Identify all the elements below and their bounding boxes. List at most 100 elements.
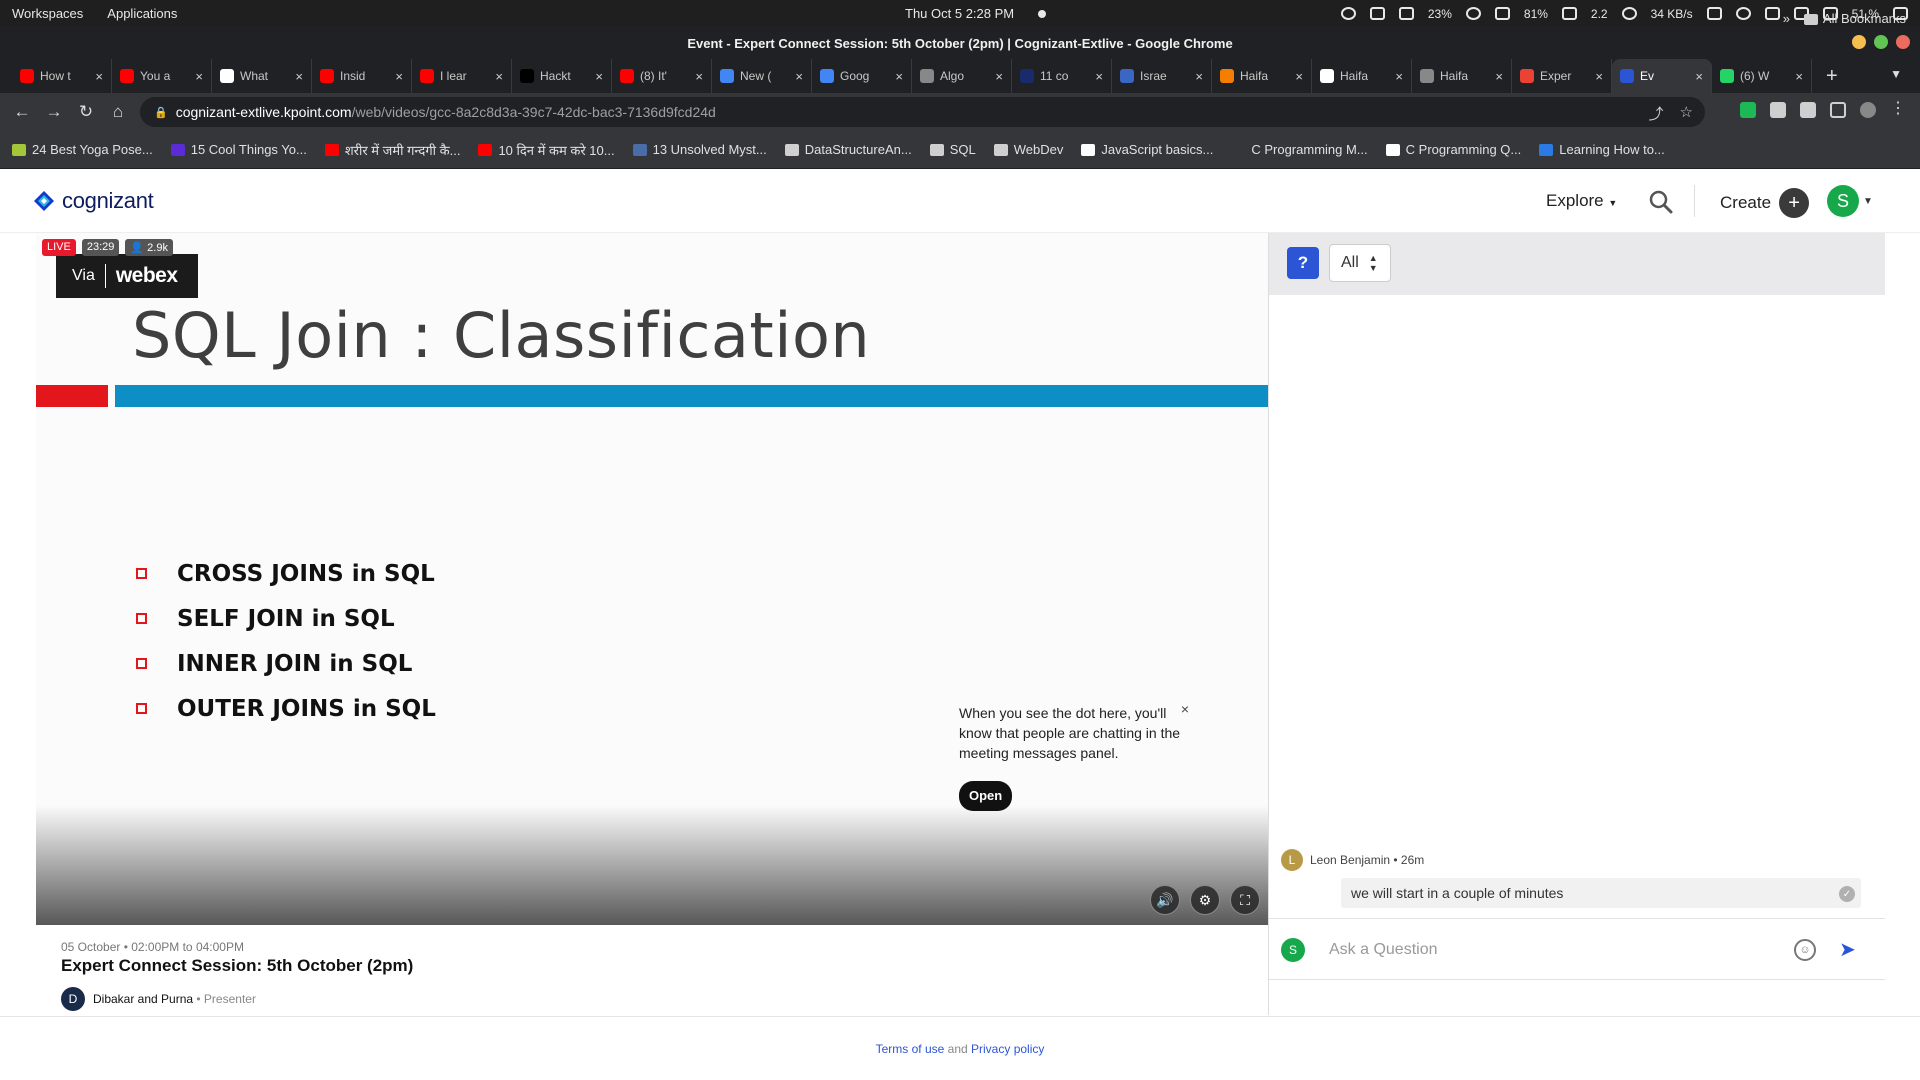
bookmark-item[interactable]: 15 Cool Things Yo... [170, 142, 307, 157]
tab-search-icon[interactable]: ▼ [1890, 67, 1902, 81]
event-date: 05 October • 02:00PM to 04:00PM [61, 940, 244, 954]
emoji-icon[interactable]: ☺ [1794, 939, 1816, 961]
explore-menu[interactable]: Explore ▼ [1546, 191, 1617, 211]
tab-close-icon[interactable]: × [1595, 69, 1603, 84]
bookmark-item[interactable]: DataStructureAn... [784, 142, 912, 157]
bookmark-item[interactable]: WebDev [993, 142, 1063, 157]
tab-close-icon[interactable]: × [395, 69, 403, 84]
tab-close-icon[interactable]: × [1195, 69, 1203, 84]
bluetooth-icon[interactable] [1764, 7, 1780, 20]
minimize-icon[interactable] [1852, 35, 1866, 49]
os-clock[interactable]: Thu Oct 5 2:28 PM [905, 6, 1014, 21]
presenter-name[interactable]: Dibakar and Purna [93, 992, 193, 1006]
media-queue-icon[interactable] [1800, 102, 1816, 118]
browser-tab[interactable]: Haifa × [1312, 59, 1412, 93]
browser-tab[interactable]: I lear × [412, 59, 512, 93]
bookmark-item[interactable]: SQL [929, 142, 976, 157]
filter-select[interactable]: All ▲ ▼ [1329, 244, 1391, 282]
bullet-text: SELF JOIN in SQL [177, 605, 395, 632]
wifi-icon[interactable] [1735, 7, 1751, 20]
puzzle-extensions-icon[interactable] [1770, 102, 1786, 118]
browser-tab[interactable]: (8) It' × [612, 59, 712, 93]
maximize-icon[interactable] [1874, 35, 1888, 49]
layout-icon[interactable] [1706, 7, 1722, 20]
browser-tab[interactable]: Hackt × [512, 59, 612, 93]
webex-watermark: Via webex [56, 254, 198, 298]
browser-tab[interactable]: How t × [12, 59, 112, 93]
browser-tab[interactable]: Goog × [812, 59, 912, 93]
bookmark-item[interactable]: 10 दिन में कम करे 10... [478, 141, 615, 159]
tab-close-icon[interactable]: × [95, 69, 103, 84]
browser-tab[interactable]: Haifa × [1212, 59, 1312, 93]
os-applications[interactable]: Applications [107, 6, 177, 21]
browser-tab[interactable]: What × [212, 59, 312, 93]
os-workspaces[interactable]: Workspaces [12, 6, 83, 21]
tab-close-icon[interactable]: × [295, 69, 303, 84]
settings-gear-icon[interactable]: ⚙ [1190, 885, 1220, 915]
tray-app-icon[interactable] [1340, 7, 1356, 20]
footer-and: and [944, 1042, 972, 1056]
tab-close-icon[interactable]: × [1495, 69, 1503, 84]
profile-avatar[interactable] [1860, 102, 1876, 118]
search-icon[interactable] [1648, 189, 1674, 215]
send-icon[interactable]: ➤ [1839, 937, 1856, 962]
browser-tab[interactable]: Algo × [912, 59, 1012, 93]
bookmark-item[interactable]: JavaScript basics... [1081, 142, 1213, 157]
tab-close-icon[interactable]: × [195, 69, 203, 84]
tab-close-icon[interactable]: × [995, 69, 1003, 84]
tab-close-icon[interactable]: × [1095, 69, 1103, 84]
tab-close-icon[interactable]: × [1395, 69, 1403, 84]
kebab-menu-icon[interactable]: ⋮ [1890, 101, 1906, 118]
url-host: cognizant-extlive.kpoint.com [175, 104, 352, 120]
star-bookmark-icon[interactable]: ☆ [1680, 103, 1693, 124]
more-bookmarks-icon[interactable]: » [1783, 11, 1790, 26]
home-icon[interactable]: ⌂ [102, 102, 134, 122]
privacy-link[interactable]: Privacy policy [971, 1042, 1044, 1056]
tab-close-icon[interactable]: × [495, 69, 503, 84]
tab-close-icon[interactable]: × [1295, 69, 1303, 84]
tab-close-icon[interactable]: × [595, 69, 603, 84]
browser-tab[interactable]: (6) W × [1712, 59, 1812, 93]
forward-arrow-icon[interactable]: → [38, 102, 70, 122]
cognizant-logo[interactable]: cognizant [32, 188, 154, 214]
volume-control-icon[interactable]: 🔊 [1150, 885, 1180, 915]
tab-close-icon[interactable]: × [795, 69, 803, 84]
tab-close-icon[interactable]: × [1695, 69, 1703, 84]
tray-pen-icon[interactable] [1369, 7, 1385, 20]
back-arrow-icon[interactable]: ← [6, 102, 38, 122]
browser-tab[interactable]: Ev × [1612, 59, 1712, 93]
tab-close-icon[interactable]: × [895, 69, 903, 84]
browser-tab[interactable]: Israe × [1112, 59, 1212, 93]
tab-close-icon[interactable]: × [1795, 69, 1803, 84]
close-window-icon[interactable] [1896, 35, 1910, 49]
question-mark-icon[interactable]: ? [1287, 247, 1319, 279]
create-button[interactable]: Create + [1720, 188, 1810, 218]
browser-tab[interactable]: New (× [712, 59, 812, 93]
video-player[interactable]: LIVE 23:29 👤 2.9k Via webex SQL Join : C… [36, 233, 1268, 925]
lock-icon[interactable]: 🔒 [154, 106, 168, 119]
bookmark-item[interactable]: 13 Unsolved Myst... [632, 142, 767, 157]
browser-tab[interactable]: Haifa × [1412, 59, 1512, 93]
bookmark-item[interactable]: 24 Best Yoga Pose... [12, 142, 153, 157]
extension-icon[interactable] [1740, 102, 1756, 118]
fullscreen-icon[interactable]: ⛶ [1230, 885, 1260, 915]
browser-tab[interactable]: 11 co × [1012, 59, 1112, 93]
bookmark-item[interactable]: शरीर में जमी गन्दगी कै... [324, 141, 460, 159]
new-tab-icon[interactable]: + [1826, 65, 1838, 88]
user-avatar[interactable]: S [1827, 185, 1859, 217]
browser-tab[interactable]: You a × [112, 59, 212, 93]
terms-link[interactable]: Terms of use [876, 1042, 945, 1056]
side-panel-icon[interactable] [1830, 102, 1846, 118]
bookmark-item[interactable]: C Programming Q... [1385, 142, 1521, 157]
reload-icon[interactable]: ↻ [70, 102, 102, 122]
bookmark-item[interactable]: C Programming M... [1231, 142, 1368, 157]
address-bar[interactable]: 🔒 cognizant-extlive.kpoint.com /web/vide… [140, 97, 1705, 127]
browser-tab[interactable]: Exper × [1512, 59, 1612, 93]
share-icon[interactable]: ⤴ [1649, 103, 1664, 124]
tab-close-icon[interactable]: × [695, 69, 703, 84]
all-bookmarks-folder[interactable]: All Bookmarks [1803, 11, 1906, 26]
avatar-caret-icon[interactable]: ▼ [1863, 196, 1873, 207]
bookmark-item[interactable]: Learning How to... [1539, 142, 1665, 157]
browser-tab[interactable]: Insid × [312, 59, 412, 93]
ask-question-input[interactable] [1329, 937, 1749, 963]
